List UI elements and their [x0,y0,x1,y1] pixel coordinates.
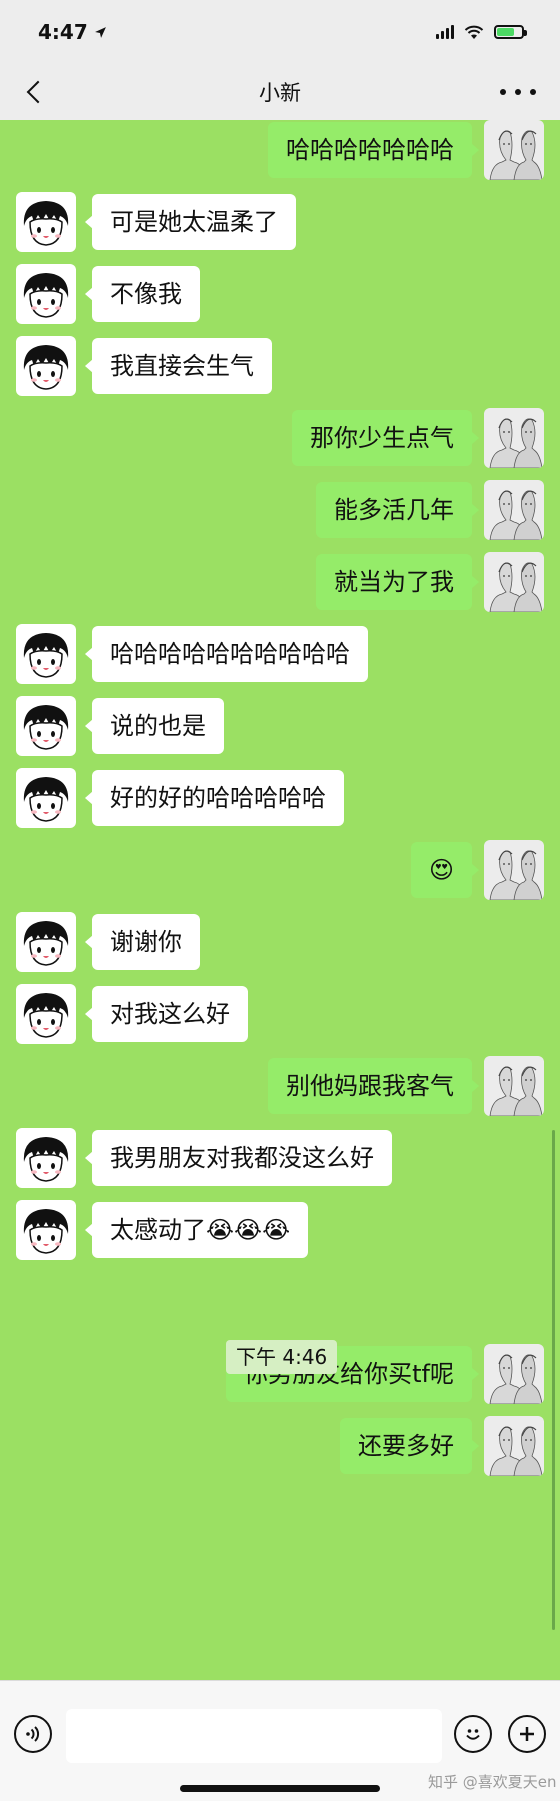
message-bubble[interactable]: 别他妈跟我客气 [268,1058,479,1114]
message-bubble[interactable]: 对我这么好 [85,986,248,1042]
my-avatar[interactable] [484,120,544,180]
chat-title: 小新 [259,81,301,105]
scrollbar[interactable] [552,1130,555,1630]
message-bubble[interactable]: 😍 [410,842,480,898]
plus-icon [520,1727,534,1741]
message-row: 哈哈哈哈哈哈哈哈哈哈 [0,624,560,684]
message-row: 可是她太温柔了 [0,192,560,252]
voice-icon [26,1726,40,1742]
message-row: 还要多好 [0,1416,560,1476]
contact-avatar[interactable] [16,336,76,396]
contact-avatar[interactable] [16,912,76,972]
contact-avatar[interactable] [16,1200,76,1260]
battery-icon [494,25,527,39]
more-button[interactable] [500,78,536,106]
message-input[interactable] [66,1709,442,1763]
message-row: 能多活几年 [0,480,560,540]
message-row: 对我这么好 [0,984,560,1044]
message-bubble[interactable]: 还要多好 [340,1418,479,1474]
message-row: 说的也是 [0,696,560,756]
contact-avatar[interactable] [16,696,76,756]
message-bubble[interactable]: 能多活几年 [316,482,479,538]
message-list[interactable]: 哈哈哈哈哈哈哈 可是她太温柔了 不像我 我直接会生气 那你少生点气 能多活几年 … [0,120,560,1680]
message-row: 太感动了😭😭😭 [0,1200,560,1260]
my-avatar[interactable] [484,1056,544,1116]
message-row: 我男朋友对我都没这么好 [0,1128,560,1188]
message-bubble[interactable]: 就当为了我 [316,554,479,610]
message-row: 好的好的哈哈哈哈哈 [0,768,560,828]
message-row: 哈哈哈哈哈哈哈 [0,120,560,180]
message-bubble[interactable]: 我直接会生气 [85,338,272,394]
message-row: 我直接会生气 [0,336,560,396]
my-avatar[interactable] [484,1416,544,1476]
nav-bar: 小新 [0,64,560,120]
add-button[interactable] [508,1715,546,1753]
message-bubble[interactable]: 可是她太温柔了 [85,194,296,250]
status-time: 4:47 [38,20,107,44]
message-row: 😍 [0,840,560,900]
contact-avatar[interactable] [16,264,76,324]
message-bubble[interactable]: 不像我 [85,266,200,322]
message-bubble[interactable]: 我男朋友对我都没这么好 [85,1130,392,1186]
message-bubble[interactable]: 太感动了😭😭😭 [84,1202,309,1258]
contact-avatar[interactable] [16,984,76,1044]
message-bubble[interactable]: 谢谢你 [85,914,200,970]
my-avatar[interactable] [484,408,544,468]
contact-avatar[interactable] [16,192,76,252]
contact-avatar[interactable] [16,768,76,828]
message-bubble[interactable]: 好的好的哈哈哈哈哈 [85,770,344,826]
status-bar: 4:47 [0,0,560,64]
status-icons [436,25,527,40]
wifi-icon [464,25,484,39]
message-row: 就当为了我 [0,552,560,612]
message-row: 不像我 [0,264,560,324]
voice-button[interactable] [14,1715,52,1753]
my-avatar[interactable] [484,480,544,540]
contact-avatar[interactable] [16,624,76,684]
clock-text: 4:47 [38,20,88,44]
contact-avatar[interactable] [16,1128,76,1188]
message-row: 谢谢你 [0,912,560,972]
message-row: 那你少生点气 [0,408,560,468]
back-button[interactable] [22,76,54,108]
message-timestamp: 下午 4:46 [226,1340,338,1374]
more-dots-icon [500,89,506,95]
emoji-button[interactable] [454,1715,492,1753]
message-row: 别他妈跟我客气 [0,1056,560,1116]
message-bubble[interactable]: 哈哈哈哈哈哈哈 [268,122,479,178]
message-bubble[interactable]: 哈哈哈哈哈哈哈哈哈哈 [85,626,368,682]
message-bubble[interactable]: 那你少生点气 [292,410,479,466]
battery-fill [497,28,514,36]
signal-icon [436,25,454,39]
my-avatar[interactable] [484,840,544,900]
message-bubble[interactable]: 说的也是 [85,698,224,754]
my-avatar[interactable] [484,1344,544,1404]
watermark: 知乎 @喜欢夏天en [428,1773,557,1791]
location-arrow-icon [94,26,106,38]
emoji-icon [466,1729,480,1740]
input-bar: 知乎 @喜欢夏天en [0,1680,560,1801]
home-indicator [180,1785,380,1792]
my-avatar[interactable] [484,552,544,612]
